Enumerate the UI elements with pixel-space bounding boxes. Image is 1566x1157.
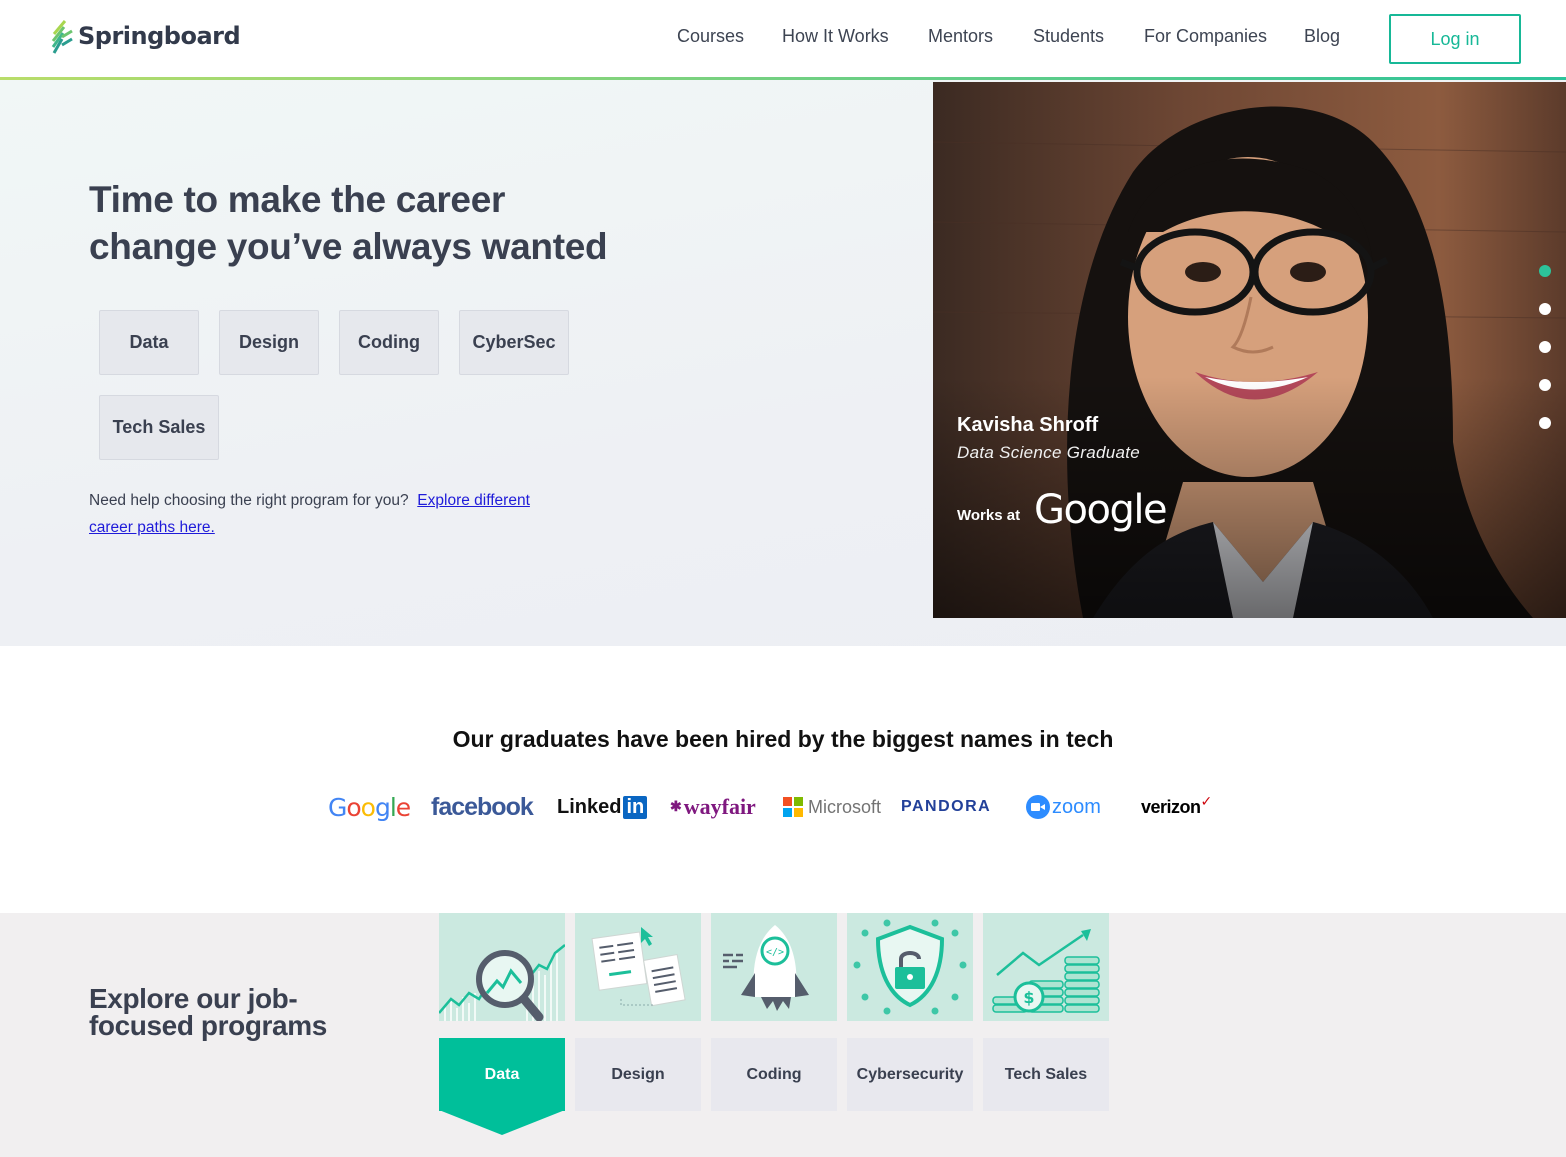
nav-courses[interactable]: Courses <box>677 26 744 47</box>
facebook-logo: facebook <box>431 792 534 821</box>
nav-students[interactable]: Students <box>1033 26 1104 47</box>
carousel-dot-5[interactable] <box>1539 417 1551 429</box>
zoom-camera-icon <box>1026 795 1050 819</box>
microsoft-logo: Microsoft <box>783 790 881 824</box>
linkedin-logo: Linked in <box>557 790 648 824</box>
google-logo: Google <box>328 792 411 822</box>
nav-blog[interactable]: Blog <box>1304 26 1340 47</box>
pandora-logo: PANDORA <box>901 798 992 815</box>
growth-coins-icon[interactable]: $ <box>983 913 1109 1021</box>
nav-for-companies[interactable]: For Companies <box>1144 26 1267 47</box>
nav-how-it-works[interactable]: How It Works <box>782 26 889 47</box>
graduate-name: Kavisha Shroff <box>957 414 1099 436</box>
verizon-wordmark: verizon <box>1141 796 1201 817</box>
zoom-logo: zoom <box>1026 790 1101 824</box>
hero-title: Time to make the career change you’ve al… <box>89 179 608 267</box>
svg-text:</>: </> <box>766 947 784 958</box>
category-tech-sales-button[interactable]: Tech Sales <box>99 395 219 460</box>
graduate-portrait <box>933 82 1566 618</box>
wayfair-wordmark: wayfair <box>683 794 756 819</box>
verizon-logo: verizon ✓ <box>1141 790 1212 824</box>
category-design-button[interactable]: Design <box>219 310 319 375</box>
documents-cursor-icon[interactable] <box>575 913 701 1021</box>
login-button[interactable]: Log in <box>1389 14 1521 64</box>
help-question: Need help choosing the right program for… <box>89 492 409 509</box>
site-header: Springboard Courses How It Works Mentors… <box>0 0 1566 80</box>
program-tab-coding[interactable]: Coding <box>711 1038 837 1111</box>
zoom-wordmark: zoom <box>1052 795 1101 818</box>
category-data-button[interactable]: Data <box>99 310 199 375</box>
works-at-label: Works at <box>957 507 1021 524</box>
program-tab-tech-sales[interactable]: Tech Sales <box>983 1038 1109 1111</box>
hired-by-title: Our graduates have been hired by the big… <box>452 726 1114 752</box>
rocket-code-icon[interactable]: </> <box>711 913 837 1021</box>
nav-mentors[interactable]: Mentors <box>928 26 993 47</box>
help-text: Need help choosing the right program for… <box>89 487 559 541</box>
category-coding-button[interactable]: Coding <box>339 310 439 375</box>
brand-name: Springboard <box>78 22 241 50</box>
program-tab-cybersecurity[interactable]: Cybersecurity <box>847 1038 973 1111</box>
carousel-dot-3[interactable] <box>1539 341 1551 353</box>
shield-lock-icon[interactable] <box>847 913 973 1021</box>
carousel-dot-2[interactable] <box>1539 303 1551 315</box>
graduate-photo <box>933 82 1566 618</box>
verizon-check-icon: ✓ <box>1200 792 1213 809</box>
employer-google-logo: Google <box>1034 487 1168 533</box>
wayfair-logo: ✱ wayfair <box>670 794 756 819</box>
microsoft-wordmark: Microsoft <box>808 796 882 817</box>
microsoft-squares-icon <box>783 797 803 817</box>
springboard-logo[interactable]: Springboard <box>50 16 241 56</box>
graduate-role: Data Science Graduate <box>957 443 1141 462</box>
program-tab-data[interactable]: Data <box>439 1038 565 1111</box>
programs-title: Explore our job-focused programs <box>89 983 327 1041</box>
program-tab-design[interactable]: Design <box>575 1038 701 1111</box>
springboard-leaf-icon <box>51 20 73 54</box>
magnifier-chart-icon[interactable] <box>439 913 565 1021</box>
svg-text:$: $ <box>1023 988 1034 1007</box>
carousel-dot-4[interactable] <box>1539 379 1551 391</box>
carousel-dot-1[interactable] <box>1539 265 1551 277</box>
active-tab-pointer <box>439 1110 565 1135</box>
category-cybersec-button[interactable]: CyberSec <box>459 310 569 375</box>
